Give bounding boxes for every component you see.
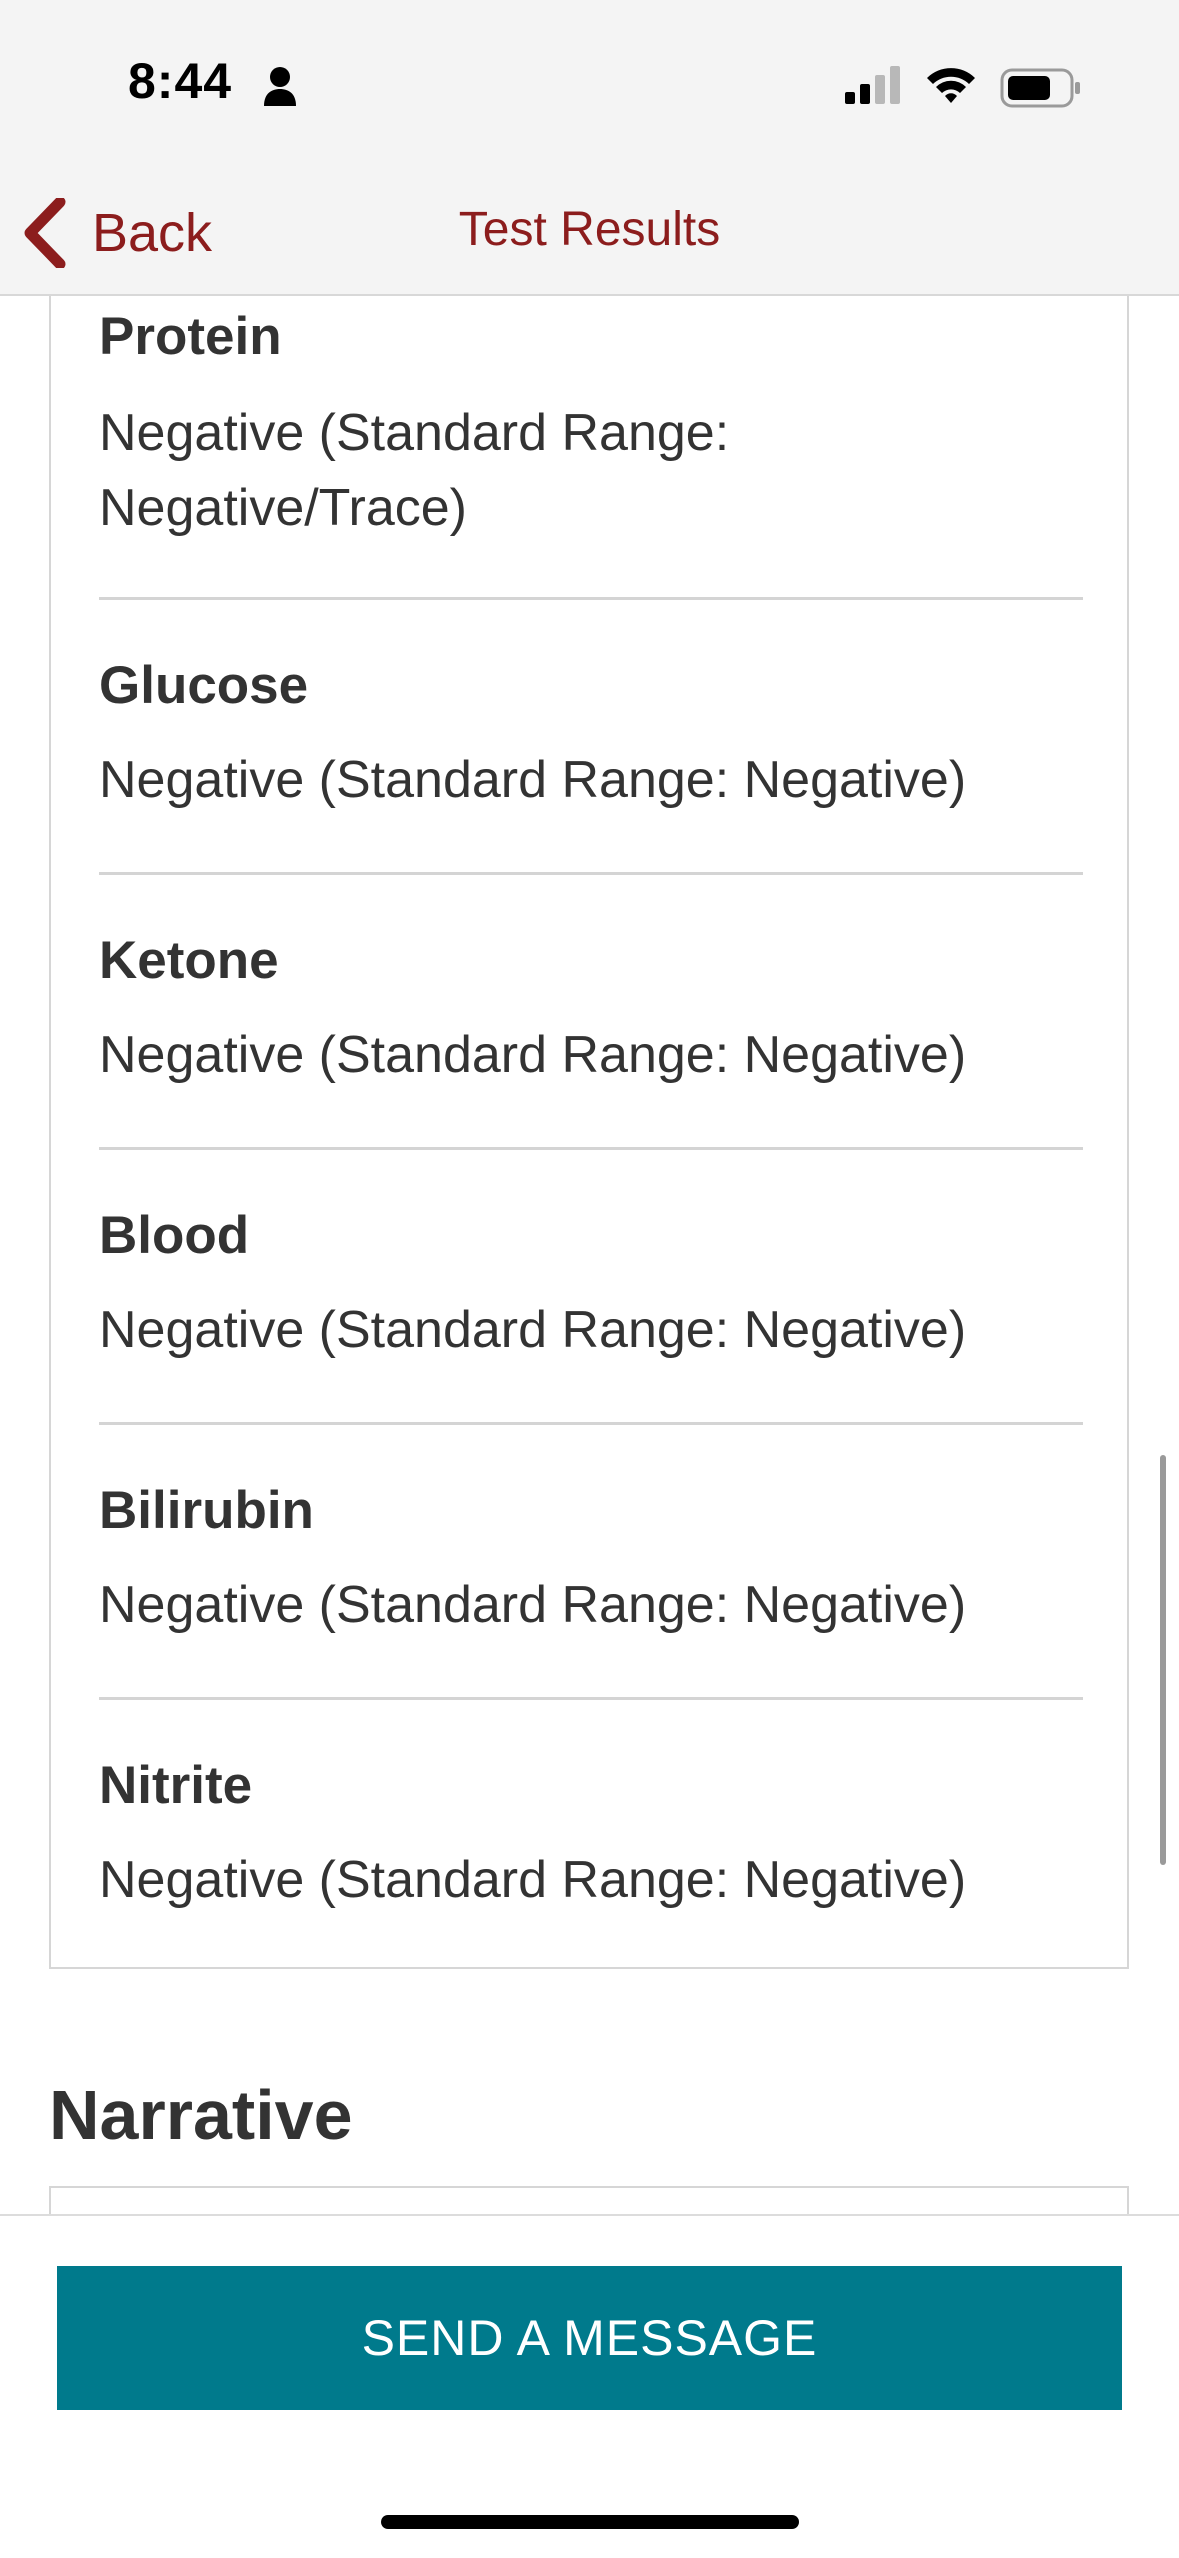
result-value: Negative (Standard Range: Negative): [99, 1026, 967, 1084]
battery-icon: [1000, 68, 1080, 108]
result-name: Nitrite: [99, 1756, 253, 1815]
page-title: Test Results: [458, 203, 721, 256]
result-value: Negative (Standard Range: Negative/Trace…: [99, 404, 730, 537]
result-value: Negative (Standard Range: Negative): [99, 1576, 967, 1634]
narrative-card: [49, 2186, 1129, 2216]
home-indicator[interactable]: [381, 2515, 799, 2529]
bottom-action-bar: SEND A MESSAGE: [0, 2214, 1179, 2558]
navigation-bar: Back Test Results: [0, 170, 1179, 296]
result-name: Ketone: [99, 931, 279, 990]
result-name: Blood: [99, 1206, 250, 1265]
status-bar: 8:44: [0, 0, 1179, 170]
result-item: Glucose Negative (Standard Range: Negati…: [99, 597, 1083, 875]
status-time: 8:44: [128, 53, 233, 109]
result-item: Blood Negative (Standard Range: Negative…: [99, 1147, 1083, 1425]
result-item: Ketone Negative (Standard Range: Negativ…: [99, 872, 1083, 1150]
result-item: Nitrite Negative (Standard Range: Negati…: [99, 1697, 1083, 1967]
send-message-button[interactable]: SEND A MESSAGE: [57, 2266, 1122, 2410]
result-name: Bilirubin: [99, 1481, 314, 1540]
result-value: Negative (Standard Range: Negative): [99, 751, 967, 809]
result-name: Glucose: [99, 656, 309, 715]
wifi-icon: [927, 68, 975, 103]
results-card: Protein Negative (Standard Range: Negati…: [49, 296, 1129, 1969]
result-value: Negative (Standard Range: Negative): [99, 1301, 967, 1359]
narrative-heading: Narrative: [49, 2076, 353, 2154]
result-item: Bilirubin Negative (Standard Range: Nega…: [99, 1422, 1083, 1700]
cellular-signal-icon: [845, 66, 900, 104]
person-icon: [264, 67, 296, 106]
result-name: Protein: [99, 307, 282, 366]
scroll-indicator[interactable]: [1160, 1455, 1166, 1865]
result-item: Protein Negative (Standard Range: Negati…: [99, 296, 1083, 600]
result-value: Negative (Standard Range: Negative): [99, 1851, 967, 1909]
